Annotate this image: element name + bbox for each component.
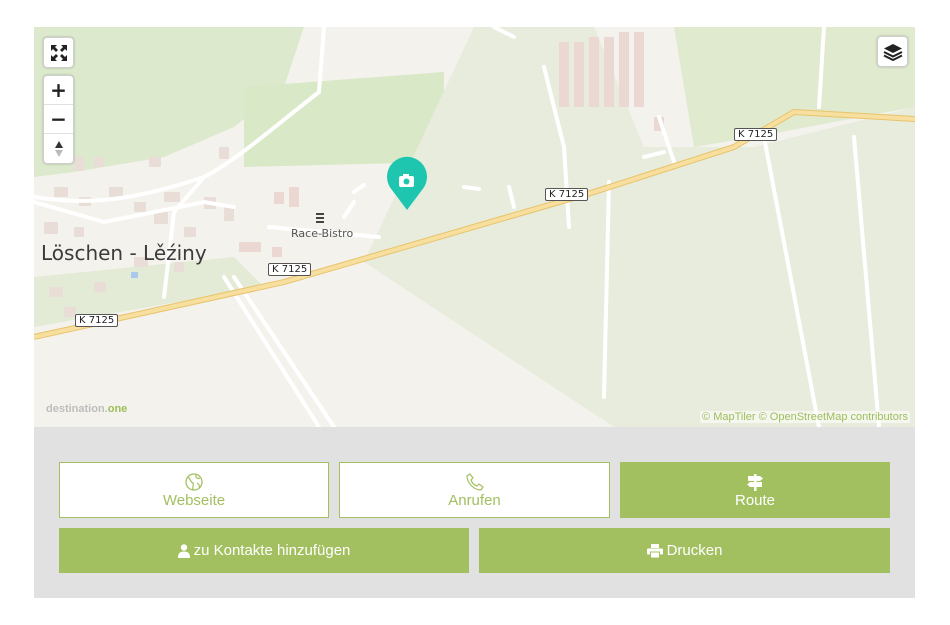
road-shield: K 7125 xyxy=(268,263,312,276)
compass-button[interactable] xyxy=(44,134,73,163)
poi-label: Race-Bistro xyxy=(291,227,354,240)
map-attribution[interactable]: © MapTiler © OpenStreetMap contributors xyxy=(700,411,910,423)
layers-button[interactable] xyxy=(877,36,908,67)
call-button[interactable]: Anrufen xyxy=(339,462,610,518)
compass-icon xyxy=(54,140,63,157)
expand-icon xyxy=(50,44,67,61)
poi-map-widget: Löschen - Lěźiny Race-Bistro K 7125 K 71… xyxy=(34,27,915,598)
map[interactable]: Löschen - Lěźiny Race-Bistro K 7125 K 71… xyxy=(34,27,915,427)
zoom-controls: + − xyxy=(43,75,74,164)
road-shield: K 7125 xyxy=(545,188,589,201)
globe-icon xyxy=(185,472,203,491)
layers-icon xyxy=(883,43,902,61)
action-panel: Webseite Anrufen Route zu Kontakte hinzu… xyxy=(34,427,915,598)
printer-icon xyxy=(646,543,663,558)
print-button-label: Drucken xyxy=(666,542,723,559)
call-button-label: Anrufen xyxy=(448,491,501,509)
website-button-label: Webseite xyxy=(162,491,226,509)
route-button-label: Route xyxy=(734,491,776,509)
add-contact-button[interactable]: zu Kontakte hinzufügen xyxy=(59,528,469,573)
print-button[interactable]: Drucken xyxy=(479,528,890,573)
zoom-out-button[interactable]: − xyxy=(44,105,73,134)
website-button[interactable]: Webseite xyxy=(59,462,329,518)
road-shield: K 7125 xyxy=(734,128,778,141)
brand-watermark: destination.one xyxy=(46,403,128,415)
fullscreen-button[interactable] xyxy=(43,37,74,68)
add-contact-button-label: zu Kontakte hinzufügen xyxy=(193,542,351,559)
map-base xyxy=(34,27,915,427)
route-button[interactable]: Route xyxy=(620,462,890,518)
zoom-in-button[interactable]: + xyxy=(44,76,73,105)
signpost-icon xyxy=(747,473,763,491)
town-label: Löschen - Lěźiny xyxy=(41,241,207,265)
road-shield: K 7125 xyxy=(75,314,119,327)
user-icon xyxy=(177,543,190,558)
phone-icon xyxy=(465,472,484,491)
